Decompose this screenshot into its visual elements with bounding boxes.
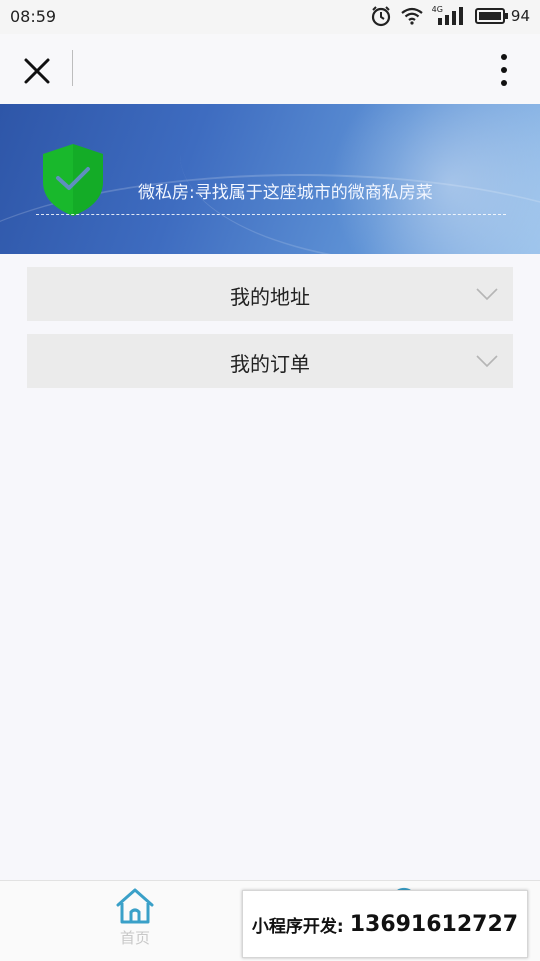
more-options-button[interactable] <box>492 52 516 88</box>
nav-divider <box>72 50 73 86</box>
wifi-icon <box>400 6 424 26</box>
home-icon <box>116 888 154 924</box>
status-icons: 4G 94 <box>370 5 530 27</box>
banner-slogan: 微私房:寻找属于这座城市的微商私房菜 <box>138 183 433 203</box>
status-bar: 08:59 4G 94 <box>0 0 540 34</box>
alarm-icon <box>370 5 392 27</box>
promo-overlay: 小程序开发: 13691612727 <box>242 890 528 958</box>
menu-item-label: 我的地址 <box>230 285 310 309</box>
tab-home-label: 首页 <box>119 929 150 947</box>
signal-icon: 4G <box>431 4 467 26</box>
promo-phone: 13691612727 <box>349 911 519 937</box>
shield-check-icon <box>43 144 103 216</box>
close-icon <box>24 58 50 84</box>
nav-bar <box>0 34 540 104</box>
battery-level: 94 <box>510 7 530 25</box>
menu-item-my-orders[interactable]: 我的订单 <box>27 334 513 388</box>
chevron-down-icon <box>476 355 498 368</box>
menu-item-my-address[interactable]: 我的地址 <box>27 267 513 321</box>
tab-home[interactable]: 首页 <box>110 887 160 957</box>
network-type: 4G <box>431 4 443 14</box>
more-vertical-icon <box>501 54 507 86</box>
banner-divider <box>36 214 506 215</box>
chevron-down-icon <box>476 288 498 301</box>
status-time: 08:59 <box>10 7 57 26</box>
menu-item-label: 我的订单 <box>230 352 310 376</box>
close-button[interactable] <box>20 54 54 88</box>
header-banner: 微私房:寻找属于这座城市的微商私房菜 <box>0 104 540 254</box>
battery-icon: 94 <box>474 7 530 25</box>
promo-label: 小程序开发: <box>251 916 344 937</box>
